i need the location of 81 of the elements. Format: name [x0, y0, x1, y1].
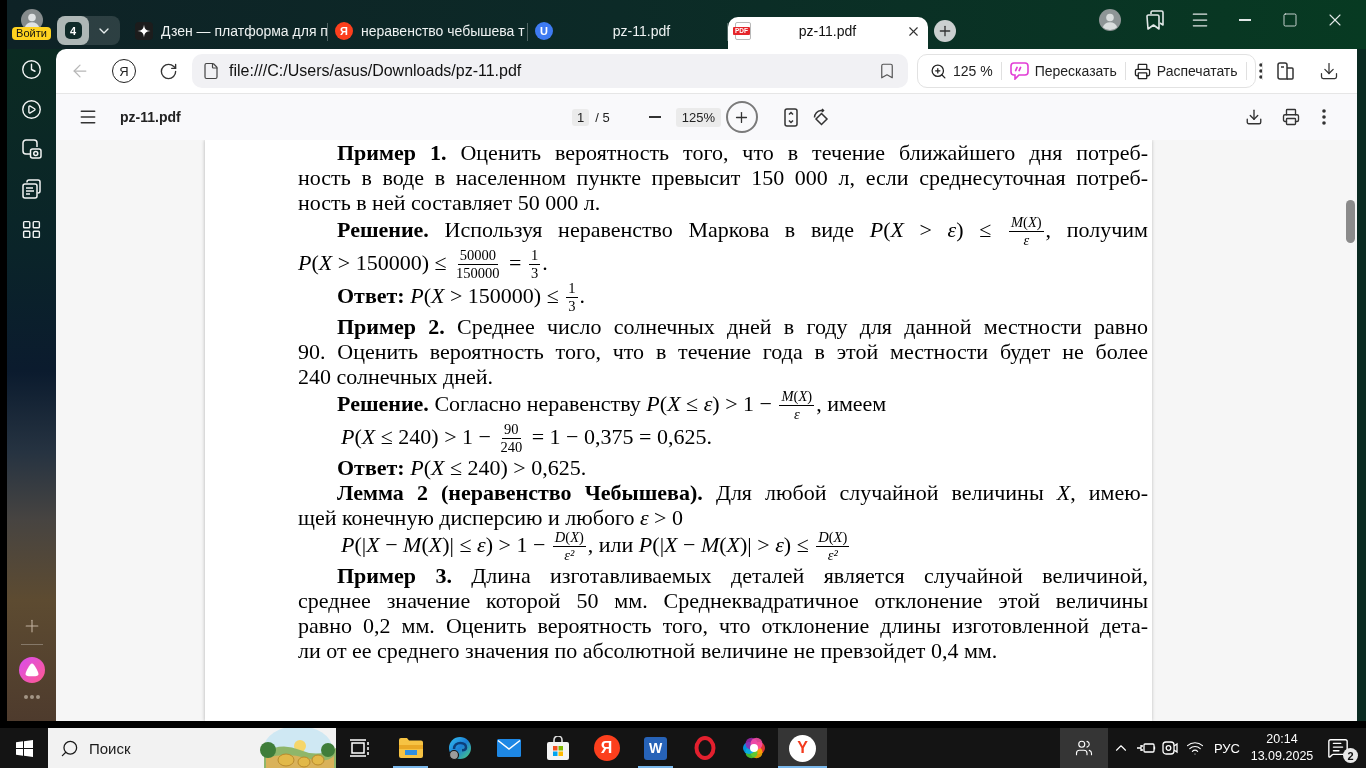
document-title: pz-11.pdf — [120, 109, 181, 125]
envelope-icon — [496, 739, 521, 757]
search-input[interactable]: Поиск — [89, 739, 229, 757]
new-tab-button[interactable] — [934, 20, 956, 42]
bookmark-icon — [878, 62, 896, 80]
taskbar-app-button[interactable]: Y — [778, 728, 827, 768]
kebab-icon — [1258, 63, 1263, 79]
reload-icon — [158, 61, 178, 81]
assistant-button[interactable] — [17, 656, 46, 684]
zoom-level-field[interactable]: 125% — [675, 107, 721, 127]
ellipsis-icon — [23, 695, 40, 699]
tab[interactable]: U pz-11.pdf — [528, 17, 728, 49]
fit-page-icon — [784, 107, 799, 127]
taskbar-app-button[interactable]: W — [631, 728, 680, 768]
paragraph: Решение. Согласно неравенству P(X ≤ ε) > 1 − M(X) ε , имеем — [336, 389, 888, 422]
people-icon — [1075, 739, 1093, 757]
ring-icon — [693, 736, 716, 760]
download-icon — [1244, 108, 1263, 126]
cards-icon — [21, 179, 42, 199]
color-ring-icon — [741, 736, 766, 760]
clock-icon — [21, 58, 42, 80]
start-icon — [15, 739, 33, 757]
tab[interactable]: Я неравенство чебышева т — [328, 17, 528, 49]
letter-badge-icon: U — [535, 22, 553, 40]
minimize-icon — [1238, 19, 1251, 21]
camera-frame-icon — [21, 139, 42, 159]
quote-bubble-icon — [1009, 62, 1029, 80]
plus-icon — [937, 23, 953, 39]
swirl-icon — [447, 736, 472, 760]
shopping-bag-icon — [546, 736, 569, 760]
scrollbar-thumb[interactable] — [1346, 200, 1355, 243]
download-icon — [1319, 61, 1339, 81]
rotate-icon — [811, 107, 831, 127]
grid-icon — [21, 218, 42, 240]
zoom-in-button[interactable] — [725, 101, 758, 133]
assistant-icon — [18, 657, 45, 683]
battery-plug-icon — [1136, 741, 1156, 755]
file-icon — [202, 62, 220, 80]
paragraph: Пример 3. Длина изготавливаемых деталей является случайной величиной, среднее значение которой 50 мм. Среднеквадратичное отклонение этой величины равно 0,2 мм. Оценить вероятность того, что отклонение длины изготовленной дета- ли от ее среднего значения по абсолютной величине не превзойдет 0,4 мм. — [298, 563, 1148, 663]
paragraph: Пример 2. Среднее число солнечных дней в году для данной местности равно 90. Оценить вероятность того, что в течение года в этой местности будет не более 240 солнечных дней. — [298, 314, 1148, 389]
kebab-icon — [1321, 109, 1326, 125]
bookmarks-icon — [1145, 10, 1164, 30]
maximize-icon — [1281, 12, 1298, 28]
formula: P(|X − M(X)| ≤ ε) > 1 − D(X) ε² , или P(|X − M(X)| > ε) ≤ D(X) ε² — [340, 530, 851, 563]
menu-icon — [78, 107, 98, 127]
zoom-button[interactable]: 125 % — [922, 57, 1001, 85]
language-button[interactable]: РУС — [1208, 728, 1246, 768]
play-icon — [21, 98, 42, 120]
minus-icon — [649, 116, 662, 118]
sign-in-button[interactable]: Войти — [12, 27, 51, 40]
tab-group-button[interactable]: 4 — [57, 16, 120, 45]
letter-badge-icon: W — [644, 736, 667, 760]
print-button[interactable]: Распечатать — [1125, 57, 1246, 85]
paragraph: Пример 1. Оценить вероятность того, что в течение ближайшего дня потреб- ность в воде в населенном пункте превысит 150 000 л, если среднесуточная потреб- ность в ней составляет 50 000 л. — [298, 140, 1148, 215]
clock-button[interactable]: 20:14 13.09.2025 — [1246, 728, 1318, 768]
task-view-icon — [349, 739, 371, 757]
people-button[interactable] — [1060, 728, 1108, 768]
search-box[interactable]: Поиск — [48, 728, 336, 768]
message-icon — [1327, 737, 1349, 759]
avatar-icon — [1098, 9, 1121, 31]
printer-icon — [1133, 62, 1151, 80]
paragraph: Ответ: P(X ≤ 240) > 0,625. — [336, 455, 588, 480]
sparkle-icon — [135, 22, 153, 40]
letter-badge-icon: Я — [335, 22, 353, 40]
notifications-button[interactable]: 2 — [1318, 728, 1366, 768]
address-bar[interactable]: file:///C:/Users/asus/Downloads/pz-11.pdf — [192, 54, 908, 88]
url-input[interactable]: file:///C:/Users/asus/Downloads/pz-11.pdf — [229, 62, 865, 80]
tab[interactable]: Дзен — платформа для п — [128, 17, 328, 49]
webcam-icon — [1162, 739, 1178, 757]
taskbar-app-button[interactable]: Я — [582, 728, 631, 768]
letter-badge-icon: Я — [593, 735, 620, 761]
retell-button[interactable]: Пересказать — [1001, 57, 1125, 85]
printer-icon — [1281, 108, 1300, 126]
page-count: / 5 — [595, 109, 610, 125]
search-icon — [60, 738, 79, 758]
side-panel-icon — [1275, 61, 1295, 81]
notification-badge: 2 — [1343, 748, 1358, 763]
page-number-field[interactable]: 1 — [572, 108, 590, 126]
letter-badge-icon: Y — [789, 734, 816, 762]
zoom-in-icon — [930, 62, 947, 80]
folder-icon — [398, 738, 423, 758]
